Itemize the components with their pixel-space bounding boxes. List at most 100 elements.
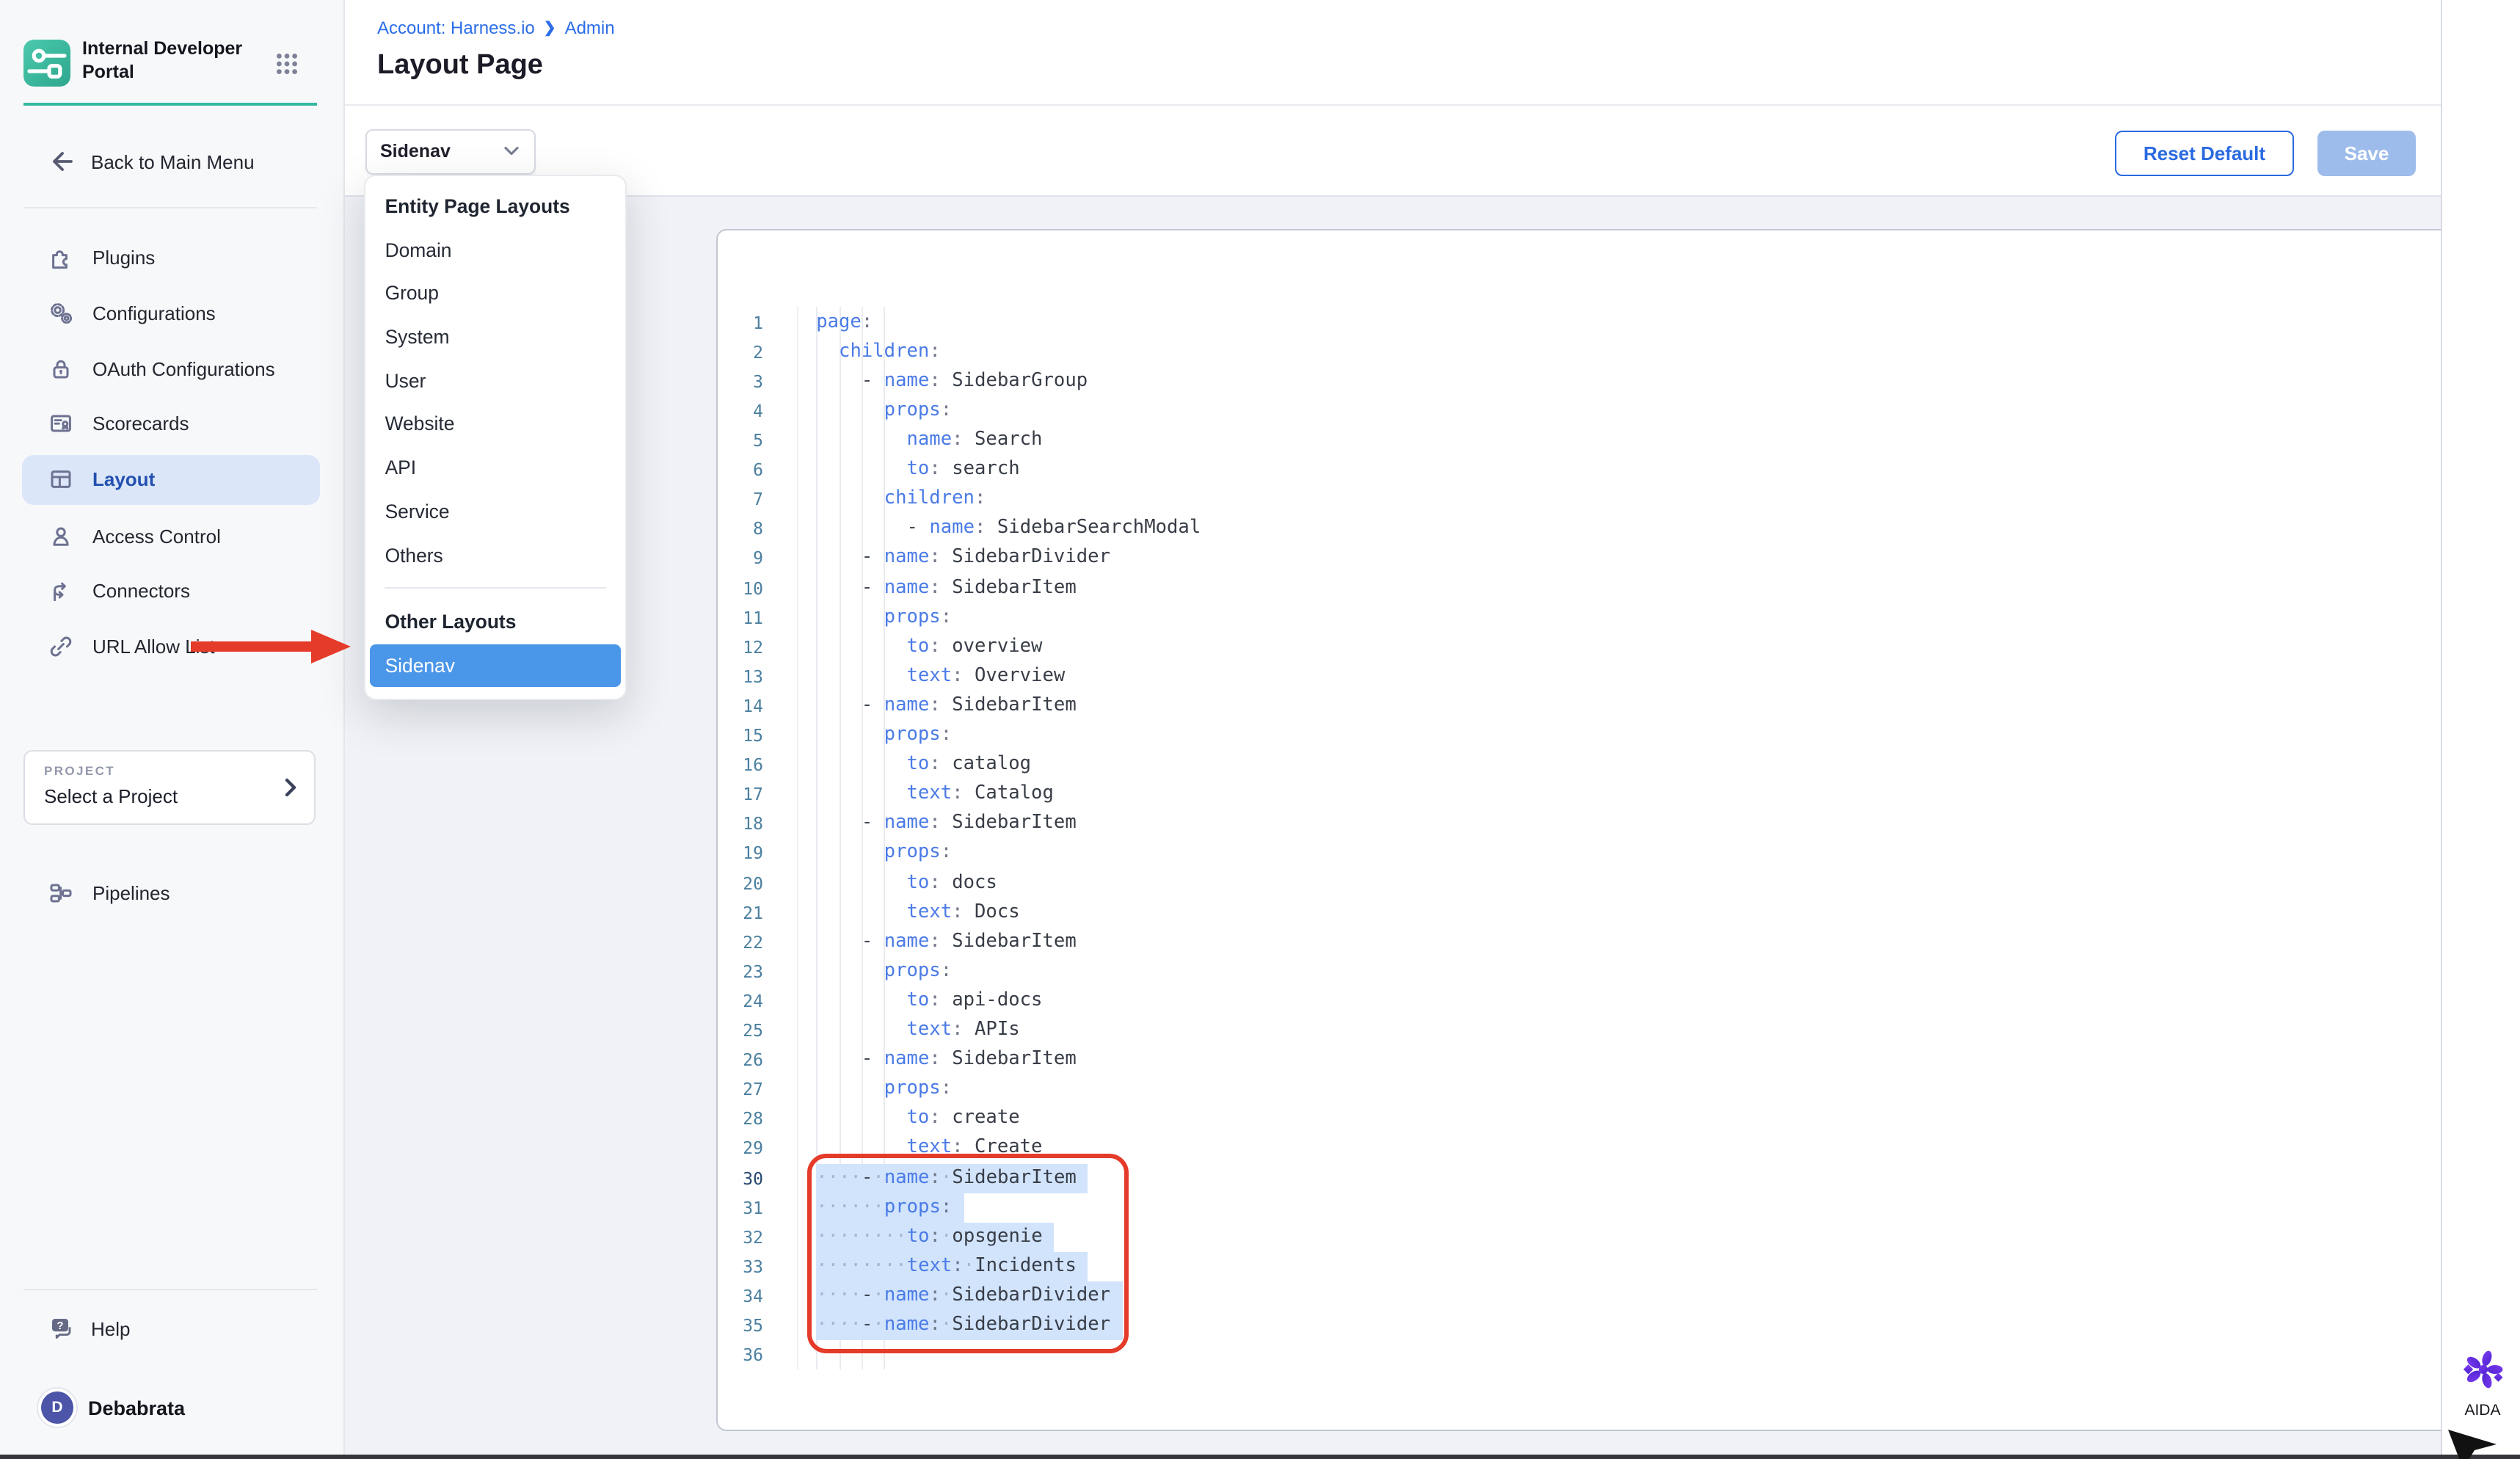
line-number: 12	[718, 632, 763, 661]
code-line-25[interactable]: 25 text: APIs	[718, 1016, 2520, 1045]
code-line-27[interactable]: 27 props:	[718, 1074, 2520, 1104]
line-number: 20	[718, 868, 763, 898]
dropdown-item-api[interactable]: API	[366, 446, 626, 490]
sidebar-item-pipelines[interactable]: Pipelines	[22, 868, 320, 918]
idp-logo	[23, 40, 70, 87]
code-line-23[interactable]: 23 props:	[718, 957, 2520, 986]
code-text: props:	[816, 396, 952, 426]
code-text: to: create	[816, 1105, 1019, 1134]
code-line-20[interactable]: 20 to: docs	[718, 868, 2520, 898]
line-number: 14	[718, 691, 763, 721]
sidebar-item-layout[interactable]: Layout	[22, 454, 320, 504]
code-text: - name: SidebarItem	[816, 809, 1077, 839]
dropdown-header: Other Layouts	[366, 600, 626, 644]
sidebar-item-configurations[interactable]: Configurations	[22, 288, 320, 338]
line-number: 26	[718, 1045, 763, 1074]
reset-default-button[interactable]: Reset Default	[2115, 130, 2294, 175]
code-line-26[interactable]: 26 - name: SidebarItem	[718, 1045, 2520, 1074]
code-line-15[interactable]: 15 props:	[718, 721, 2520, 750]
code-text: ····-·name:·SidebarDivider	[816, 1311, 1122, 1340]
code-line-33[interactable]: 33········text:·Incidents	[718, 1252, 2520, 1281]
code-line-34[interactable]: 34····-·name:·SidebarDivider	[718, 1281, 2520, 1311]
screen-bottom-edge	[0, 1455, 2520, 1459]
code-line-5[interactable]: 5 name: Search	[718, 426, 2520, 455]
pipeline-icon	[48, 881, 73, 906]
code-line-8[interactable]: 8 - name: SidebarSearchModal	[718, 514, 2520, 544]
code-line-36[interactable]: 36	[718, 1340, 2520, 1369]
code-line-6[interactable]: 6 to: search	[718, 455, 2520, 484]
code-text: props:	[816, 839, 952, 868]
dropdown-item-user[interactable]: User	[366, 359, 626, 402]
yaml-editor-card: 1page:2 children:3 - name: SidebarGroup4…	[716, 230, 2520, 1431]
svg-text:?: ?	[57, 1320, 63, 1332]
lock-icon	[48, 356, 73, 381]
sidebar-item-connectors[interactable]: Connectors	[22, 566, 320, 616]
code-line-31[interactable]: 31 ······props:	[718, 1193, 2520, 1222]
code-line-24[interactable]: 24 to: api-docs	[718, 986, 2520, 1016]
code-text: ····-·name:·SidebarItem	[816, 1163, 1088, 1193]
sidebar-item-oauth-configurations[interactable]: OAuth Configurations	[22, 343, 320, 393]
code-line-28[interactable]: 28 to: create	[718, 1105, 2520, 1134]
code-line-10[interactable]: 10 - name: SidebarItem	[718, 573, 2520, 603]
sidebar-item-access-control[interactable]: Access Control	[22, 511, 320, 561]
line-number: 11	[718, 603, 763, 632]
dropdown-item-service[interactable]: Service	[366, 490, 626, 533]
breadcrumb-account[interactable]: Account: Harness.io	[377, 18, 535, 38]
line-number: 15	[718, 721, 763, 750]
code-line-9[interactable]: 9 - name: SidebarDivider	[718, 544, 2520, 573]
code-line-35[interactable]: 35····-·name:·SidebarDivider	[718, 1311, 2520, 1340]
code-line-22[interactable]: 22 - name: SidebarItem	[718, 927, 2520, 956]
code-text: ········text:·Incidents	[816, 1252, 1088, 1281]
line-number: 1	[718, 308, 763, 337]
code-line-19[interactable]: 19 props:	[718, 839, 2520, 868]
code-line-2[interactable]: 2 children:	[718, 337, 2520, 366]
code-text: ······props:	[816, 1193, 964, 1222]
breadcrumb-admin[interactable]: Admin	[565, 18, 615, 38]
dropdown-item-domain[interactable]: Domain	[366, 228, 626, 272]
code-line-16[interactable]: 16 to: catalog	[718, 750, 2520, 779]
code-line-21[interactable]: 21 text: Docs	[718, 898, 2520, 927]
code-line-11[interactable]: 11 props:	[718, 603, 2520, 632]
code-text: ····-·name:·SidebarDivider	[816, 1281, 1122, 1311]
line-number: 31	[718, 1193, 763, 1222]
dropdown-item-group[interactable]: Group	[366, 272, 626, 315]
project-selector[interactable]: PROJECT Select a Project	[23, 750, 316, 825]
dropdown-item-others[interactable]: Others	[366, 533, 626, 576]
person-icon	[48, 523, 73, 548]
code-line-18[interactable]: 18 - name: SidebarItem	[718, 809, 2520, 839]
user-menu[interactable]: D Debabrata	[41, 1389, 185, 1427]
link-icon	[48, 634, 73, 659]
back-to-main-menu[interactable]: Back to Main Menu	[48, 145, 255, 178]
dropdown-item-website[interactable]: Website	[366, 402, 626, 445]
code-line-32[interactable]: 32········to:·opsgenie	[718, 1222, 2520, 1251]
code-line-3[interactable]: 3 - name: SidebarGroup	[718, 367, 2520, 396]
line-number: 32	[718, 1222, 763, 1251]
code-line-12[interactable]: 12 to: overview	[718, 632, 2520, 661]
code-line-7[interactable]: 7 children:	[718, 484, 2520, 514]
sidebar-item-scorecards[interactable]: Scorecards	[22, 399, 320, 448]
code-text: to: search	[816, 455, 1019, 484]
dropdown-item-system[interactable]: System	[366, 316, 626, 359]
code-text: text: Docs	[816, 898, 1019, 927]
save-button[interactable]: Save	[2317, 130, 2416, 175]
line-number: 2	[718, 337, 763, 366]
line-number: 8	[718, 514, 763, 544]
code-line-30[interactable]: 30····-·name:·SidebarItem	[718, 1163, 2520, 1193]
code-line-1[interactable]: 1page:	[718, 308, 2520, 337]
layout-select[interactable]: Sidenav	[365, 128, 536, 174]
sidebar-item-url-allow-list[interactable]: URL Allow List	[22, 622, 320, 672]
sidebar-item-plugins[interactable]: Plugins	[22, 232, 320, 282]
aida-button[interactable]: AIDA	[2456, 1347, 2509, 1419]
back-label: Back to Main Menu	[91, 150, 255, 172]
code-line-4[interactable]: 4 props:	[718, 396, 2520, 426]
code-text: to: catalog	[816, 750, 1031, 779]
brand-title: Internal Developer Portal	[82, 38, 244, 84]
code-line-14[interactable]: 14 - name: SidebarItem	[718, 691, 2520, 721]
line-number: 36	[718, 1340, 763, 1369]
dropdown-item-sidenav[interactable]: Sidenav	[371, 644, 622, 687]
app-grid-icon[interactable]	[276, 53, 298, 75]
code-line-13[interactable]: 13 text: Overview	[718, 662, 2520, 691]
code-line-17[interactable]: 17 text: Catalog	[718, 779, 2520, 809]
code-line-29[interactable]: 29 text: Create	[718, 1134, 2520, 1163]
help-button[interactable]: ? Help	[48, 1312, 131, 1345]
